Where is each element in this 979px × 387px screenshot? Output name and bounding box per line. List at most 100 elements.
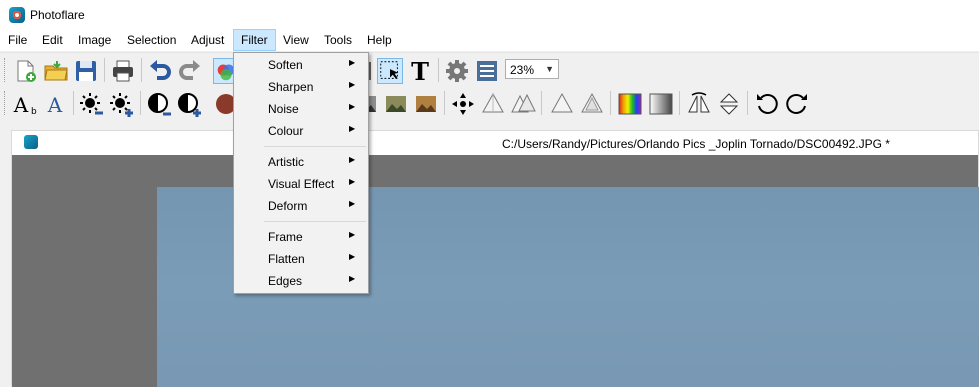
gear-icon[interactable] xyxy=(444,58,470,84)
filter-dropdown-menu: Soften ▶ Sharpen ▶ Noise ▶ Colour ▶ Arti… xyxy=(233,52,369,294)
flip-horizontal-icon[interactable] xyxy=(686,91,712,117)
undo-icon[interactable] xyxy=(147,58,173,84)
menu-item-deform[interactable]: Deform ▶ xyxy=(235,195,367,217)
toolbar-separator xyxy=(438,58,439,82)
menu-item-frame[interactable]: Frame ▶ xyxy=(235,226,367,248)
save-icon[interactable] xyxy=(73,58,99,84)
toolbar-grip[interactable] xyxy=(4,91,7,115)
menu-item-soften[interactable]: Soften ▶ xyxy=(235,54,367,76)
menu-adjust[interactable]: Adjust xyxy=(184,30,231,51)
menu-bar: File Edit Image Selection Adjust Filter … xyxy=(0,29,979,51)
text-a-large-icon[interactable]: Ab xyxy=(12,91,38,117)
svg-text:A: A xyxy=(13,93,29,117)
gradient-gray-icon[interactable] xyxy=(648,91,674,117)
menu-image[interactable]: Image xyxy=(71,30,118,51)
brightness-down-icon[interactable] xyxy=(79,91,105,117)
submenu-arrow-icon: ▶ xyxy=(349,199,356,208)
brightness-up-icon[interactable] xyxy=(109,91,135,117)
toolbar-separator xyxy=(610,91,611,115)
text-a-small-icon[interactable]: A xyxy=(42,91,68,117)
menu-item-noise[interactable]: Noise ▶ xyxy=(235,98,367,120)
menu-edit[interactable]: Edit xyxy=(35,30,70,51)
menu-item-artistic[interactable]: Artistic ▶ xyxy=(235,151,367,173)
submenu-arrow-icon: ▶ xyxy=(349,155,356,164)
submenu-arrow-icon: ▶ xyxy=(349,177,356,186)
svg-text:b: b xyxy=(31,107,37,117)
landscape-icon-2[interactable] xyxy=(383,91,409,117)
menu-item-label: Sharpen xyxy=(268,80,314,94)
toolbar-separator xyxy=(73,91,74,115)
layers-icon[interactable] xyxy=(474,58,500,84)
menu-help[interactable]: Help xyxy=(360,30,399,51)
submenu-arrow-icon: ▶ xyxy=(349,80,356,89)
menu-file[interactable]: File xyxy=(1,30,34,51)
prism-icon-2[interactable] xyxy=(510,91,536,117)
menu-separator xyxy=(264,146,366,147)
menu-item-label: Frame xyxy=(268,230,303,244)
menu-item-edges[interactable]: Edges ▶ xyxy=(235,270,367,292)
toolbar-grip[interactable] xyxy=(4,58,7,82)
redo-icon[interactable] xyxy=(177,58,203,84)
rotate-right-icon[interactable] xyxy=(784,91,810,117)
rotate-left-icon[interactable] xyxy=(754,91,780,117)
menu-item-label: Noise xyxy=(268,102,299,116)
new-file-icon[interactable] xyxy=(12,58,38,84)
toolbar-separator xyxy=(747,91,748,115)
title-bar: Photoflare xyxy=(0,0,979,30)
menu-item-flatten[interactable]: Flatten ▶ xyxy=(235,248,367,270)
prism-icon-1[interactable] xyxy=(480,91,506,117)
landscape-icon-3[interactable] xyxy=(413,91,439,117)
submenu-arrow-icon: ▶ xyxy=(349,230,356,239)
toolbar-separator xyxy=(140,91,141,115)
selection-tool-icon[interactable] xyxy=(377,58,403,84)
svg-text:T: T xyxy=(411,58,429,84)
submenu-arrow-icon: ▶ xyxy=(349,252,356,261)
gradient-rainbow-icon[interactable] xyxy=(617,91,643,117)
menu-item-label: Colour xyxy=(268,124,304,138)
flip-vertical-icon[interactable] xyxy=(716,91,742,117)
menu-view[interactable]: View xyxy=(276,30,316,51)
document-path: C:/Users/Randy/Pictures/Orlando Pics _Jo… xyxy=(502,137,890,151)
contrast-up-icon[interactable] xyxy=(176,91,202,117)
toolbar-separator xyxy=(541,91,542,115)
menu-item-label: Visual Effect xyxy=(268,177,335,191)
open-folder-icon[interactable] xyxy=(43,58,69,84)
menu-item-sharpen[interactable]: Sharpen ▶ xyxy=(235,76,367,98)
filter-toolbar: Ab A xyxy=(0,86,979,120)
app-icon xyxy=(9,7,25,23)
prism-icon-4[interactable] xyxy=(579,91,605,117)
menu-item-label: Flatten xyxy=(268,252,305,266)
menu-selection[interactable]: Selection xyxy=(120,30,183,51)
zoom-value: 23% xyxy=(510,63,535,77)
toolbar-separator xyxy=(444,91,445,115)
main-toolbar: T 23% ▼ xyxy=(0,52,979,87)
document-title-bar[interactable]: C:/Users/Randy/Pictures/Orlando Pics _Jo… xyxy=(12,131,978,155)
menu-item-colour[interactable]: Colour ▶ xyxy=(235,120,367,142)
submenu-arrow-icon: ▶ xyxy=(349,58,356,67)
prism-icon-3[interactable] xyxy=(549,91,575,117)
document-window[interactable]: C:/Users/Randy/Pictures/Orlando Pics _Jo… xyxy=(11,130,979,387)
submenu-arrow-icon: ▶ xyxy=(349,102,356,111)
canvas-background[interactable] xyxy=(12,155,979,387)
menu-item-label: Deform xyxy=(268,199,308,213)
zoom-select[interactable]: 23% ▼ xyxy=(505,59,559,79)
menu-item-label: Edges xyxy=(268,274,303,288)
submenu-arrow-icon: ▶ xyxy=(349,274,356,283)
workspace: C:/Users/Randy/Pictures/Orlando Pics _Jo… xyxy=(0,120,979,387)
menu-item-label: Soften xyxy=(268,58,303,72)
menu-tools[interactable]: Tools xyxy=(317,30,359,51)
menu-item-visual-effect[interactable]: Visual Effect ▶ xyxy=(235,173,367,195)
menu-separator xyxy=(264,221,366,222)
compass-icon[interactable] xyxy=(450,91,476,117)
toolbar-separator xyxy=(141,58,142,82)
menu-item-label: Artistic xyxy=(268,155,304,169)
text-tool-icon[interactable]: T xyxy=(407,58,433,84)
toolbar-separator xyxy=(104,58,105,82)
print-icon[interactable] xyxy=(110,58,136,84)
toolbar-separator xyxy=(679,91,680,115)
submenu-arrow-icon: ▶ xyxy=(349,124,356,133)
contrast-down-icon[interactable] xyxy=(146,91,172,117)
svg-text:A: A xyxy=(47,93,63,117)
chevron-down-icon: ▼ xyxy=(545,64,554,74)
menu-filter[interactable]: Filter xyxy=(233,29,276,51)
